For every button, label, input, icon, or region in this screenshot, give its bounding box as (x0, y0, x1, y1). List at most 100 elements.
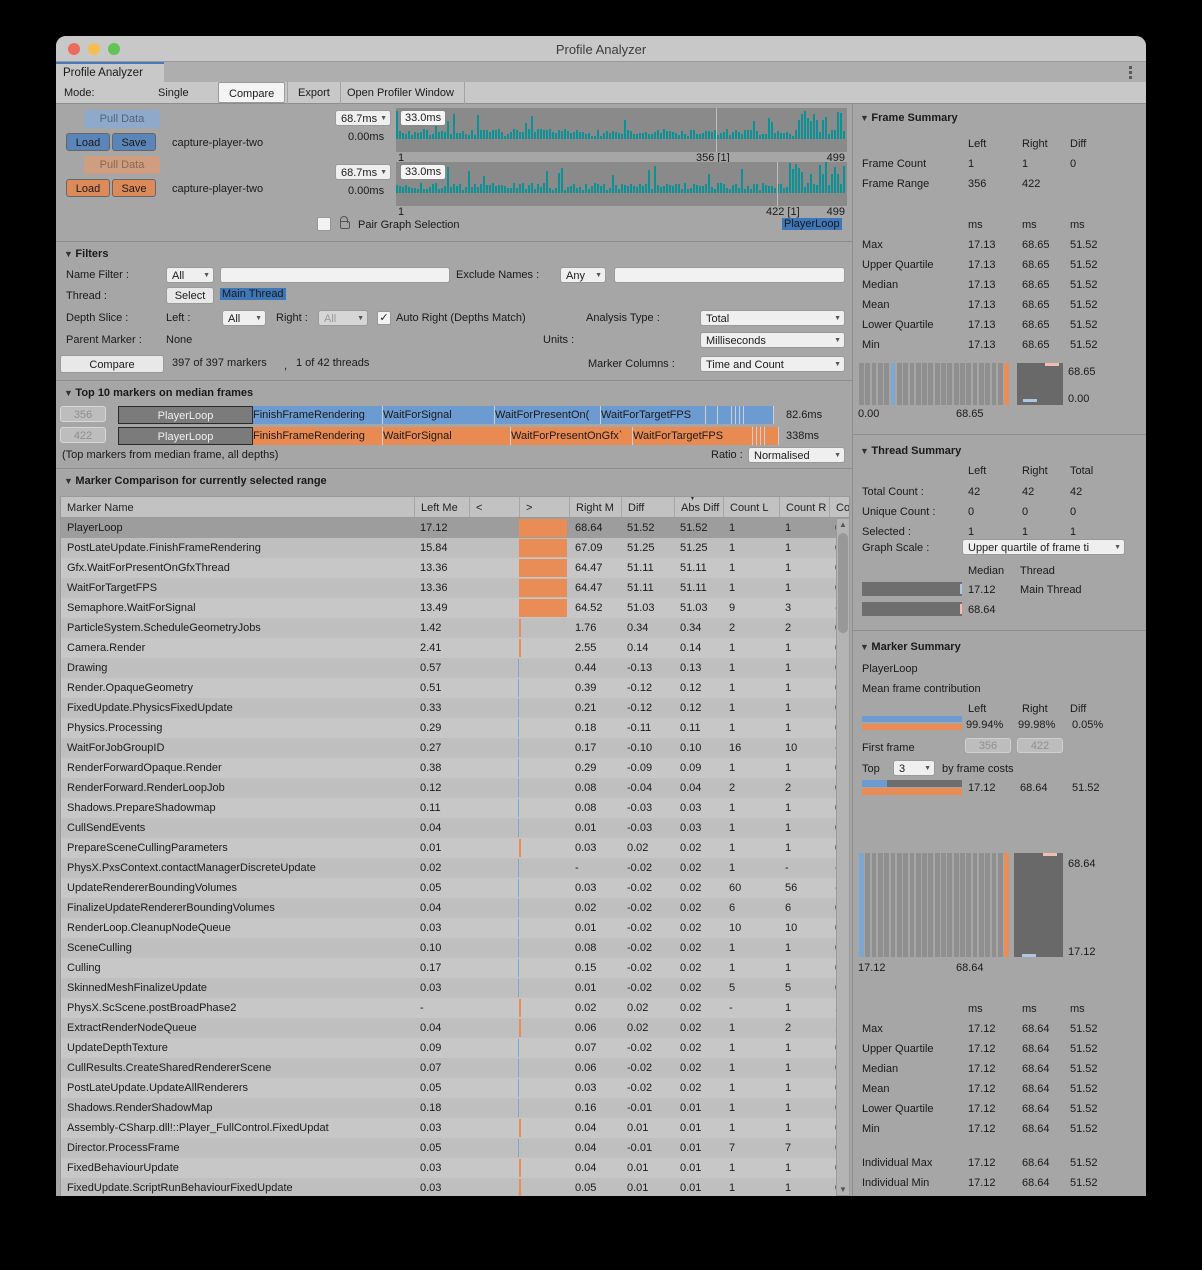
marker-table[interactable]: PlayerLoop17.1268.6451.5251.52110PostLat… (60, 518, 836, 1196)
tab-profile-analyzer[interactable]: Profile Analyzer (56, 62, 164, 82)
table-row[interactable]: CullSendEvents0.040.01-0.030.03110 (61, 818, 836, 838)
table-scrollbar[interactable]: ▲ ▼ (836, 518, 850, 1196)
marker-segment-finishframerendering[interactable]: FinishFrameRendering (253, 427, 383, 445)
table-row[interactable]: Physics.Processing0.290.18-0.110.11110 (61, 718, 836, 738)
scrollbar-thumb[interactable] (838, 533, 848, 633)
table-row[interactable]: PrepareSceneCullingParameters0.010.030.0… (61, 838, 836, 858)
table-row[interactable]: Camera.Render2.412.550.140.14110 (61, 638, 836, 658)
analysis-type-dropdown[interactable]: Total (700, 310, 845, 326)
thread-select-button[interactable]: Select (166, 287, 214, 304)
table-row[interactable]: Gfx.WaitForPresentOnGfxThread13.3664.475… (61, 558, 836, 578)
table-row[interactable]: ParticleSystem.ScheduleGeometryJobs1.421… (61, 618, 836, 638)
first-frame-button-left[interactable]: 356 (965, 738, 1011, 753)
column-header-count-l[interactable]: Count L (723, 497, 779, 517)
table-row[interactable]: Semaphore.WaitForSignal13.4964.5251.0351… (61, 598, 836, 618)
table-row[interactable]: WaitForJobGroupID0.270.17-0.100.101610-6 (61, 738, 836, 758)
filters-section-header[interactable]: Filters (64, 248, 108, 260)
table-row[interactable]: Shadows.PrepareShadowmap0.110.08-0.030.0… (61, 798, 836, 818)
marker-summary-boxplot[interactable] (1014, 853, 1063, 957)
column-header-count-r[interactable]: Count R (779, 497, 829, 517)
mode-compare-button[interactable]: Compare (218, 82, 285, 103)
table-row[interactable]: Culling0.170.15-0.020.02110 (61, 958, 836, 978)
marker-segment[interactable] (765, 427, 779, 445)
marker-segment-waitforpresenton[interactable]: WaitForPresentOn( (495, 406, 601, 424)
auto-right-checkbox[interactable]: ✓ (377, 311, 391, 325)
table-row[interactable]: UpdateDepthTexture0.090.07-0.020.02110 (61, 1038, 836, 1058)
column-header-abs-diff[interactable]: Abs Diff▼ (674, 497, 723, 517)
lock-icon[interactable] (340, 221, 350, 229)
column-header->[interactable]: > (519, 497, 569, 517)
marker-segment[interactable] (718, 406, 732, 424)
table-header[interactable]: Marker NameLeft Me<>Right MDiffAbs Diff▼… (60, 496, 850, 518)
marker-summary-histogram[interactable] (859, 853, 1009, 957)
table-row[interactable]: PhysX.ScScene.postBroadPhase2-0.020.020.… (61, 998, 836, 1018)
comparison-section-header[interactable]: Marker Comparison for currently selected… (64, 475, 327, 487)
pull-data-button-left[interactable]: Pull Data (84, 110, 160, 128)
table-row[interactable]: PostLateUpdate.UpdateAllRenderers0.050.0… (61, 1078, 836, 1098)
column-header-left-me[interactable]: Left Me (414, 497, 469, 517)
table-row[interactable]: SkinnedMeshFinalizeUpdate0.030.01-0.020.… (61, 978, 836, 998)
marker-summary-header[interactable]: Marker Summary (860, 641, 961, 653)
top10-bar-left[interactable]: PlayerLoopFinishFrameRenderingWaitForSig… (118, 406, 774, 424)
table-row[interactable]: RenderForward.RenderLoopJob0.120.08-0.04… (61, 778, 836, 798)
save-button-right[interactable]: Save (112, 179, 156, 197)
scale-dropdown-left[interactable]: 68.7ms (335, 110, 391, 126)
table-row[interactable]: RenderForwardOpaque.Render0.380.29-0.090… (61, 758, 836, 778)
table-row[interactable]: PlayerLoop17.1268.6451.5251.52110 (61, 518, 836, 538)
column-header-right-m[interactable]: Right M (569, 497, 621, 517)
frame-summary-header[interactable]: Frame Summary (860, 112, 958, 124)
graph-scale-dropdown[interactable]: Upper quartile of frame ti (962, 539, 1125, 555)
frame-badge-left[interactable]: 356 (60, 406, 106, 422)
table-row[interactable]: PhysX.PxsContext.contactManagerDiscreteU… (61, 858, 836, 878)
frame-badge-right[interactable]: 422 (60, 427, 106, 443)
thread-bar-right[interactable] (862, 602, 962, 616)
marker-segment-waitforsignal[interactable]: WaitForSignal (383, 427, 511, 445)
table-row[interactable]: CullResults.CreateSharedRendererScene0.0… (61, 1058, 836, 1078)
top-n-dropdown[interactable]: 3 (893, 760, 935, 776)
thread-summary-header[interactable]: Thread Summary (860, 445, 961, 457)
table-row[interactable]: FinalizeUpdateRendererBoundingVolumes0.0… (61, 898, 836, 918)
table-row[interactable]: RenderLoop.CleanupNodeQueue0.030.01-0.02… (61, 918, 836, 938)
table-row[interactable]: Shadows.RenderShadowMap0.180.16-0.010.01… (61, 1098, 836, 1118)
first-frame-button-right[interactable]: 422 (1017, 738, 1063, 753)
table-row[interactable]: FixedUpdate.ScriptRunBehaviourFixedUpdat… (61, 1178, 836, 1196)
frame-summary-histogram[interactable] (859, 363, 1009, 405)
column-header-marker-name[interactable]: Marker Name (61, 497, 414, 517)
ratio-dropdown[interactable]: Normalised (748, 447, 845, 463)
table-row[interactable]: FixedUpdate.PhysicsFixedUpdate0.330.21-0… (61, 698, 836, 718)
table-row[interactable]: ExtractRenderNodeQueue0.040.060.020.0212… (61, 1018, 836, 1038)
marker-segment-waitfortargetfps[interactable]: WaitForTargetFPS (633, 427, 753, 445)
compare-button[interactable]: Compare (60, 355, 164, 373)
name-filter-input[interactable] (220, 267, 450, 283)
marker-segment-finishframerendering[interactable]: FinishFrameRendering (253, 406, 383, 424)
table-row[interactable]: UpdateRendererBoundingVolumes0.050.03-0.… (61, 878, 836, 898)
open-profiler-window-button[interactable]: Open Profiler Window (337, 82, 465, 104)
table-row[interactable]: Director.ProcessFrame0.050.04-0.010.0177… (61, 1138, 836, 1158)
marker-segment-playerloop[interactable]: PlayerLoop (118, 406, 253, 424)
frame-time-graph-right[interactable]: 33.0ms (396, 162, 847, 206)
frame-summary-boxplot[interactable] (1017, 363, 1063, 405)
exclude-names-input[interactable] (614, 267, 845, 283)
table-row[interactable]: FixedBehaviourUpdate0.030.040.010.01110 (61, 1158, 836, 1178)
pair-graph-checkbox[interactable] (317, 217, 331, 231)
top10-bar-right[interactable]: PlayerLoopFinishFrameRenderingWaitForSig… (118, 427, 779, 445)
scroll-down-icon[interactable]: ▼ (839, 1185, 847, 1194)
table-row[interactable]: WaitForTargetFPS13.3664.4751.1151.11110 (61, 578, 836, 598)
load-button-right[interactable]: Load (66, 179, 110, 197)
export-button[interactable]: Export (287, 82, 341, 104)
load-button-left[interactable]: Load (66, 133, 110, 151)
marker-segment[interactable] (706, 406, 718, 424)
save-button-left[interactable]: Save (112, 133, 156, 151)
marker-segment-playerloop[interactable]: PlayerLoop (118, 427, 253, 445)
scale-dropdown-right[interactable]: 68.7ms (335, 164, 391, 180)
kebab-menu-icon[interactable] (1129, 66, 1132, 81)
marker-segment-waitforpresentongfx[interactable]: WaitForPresentOnGfx` (511, 427, 633, 445)
top10-section-header[interactable]: Top 10 markers on median frames (64, 387, 253, 399)
table-row[interactable]: PostLateUpdate.FinishFrameRendering15.84… (61, 538, 836, 558)
pull-data-button-right[interactable]: Pull Data (84, 156, 160, 174)
scroll-up-icon[interactable]: ▲ (839, 520, 847, 529)
column-header-diff[interactable]: Diff (621, 497, 674, 517)
marker-segment-waitforsignal[interactable]: WaitForSignal (383, 406, 495, 424)
column-header-count-d[interactable]: Count D (829, 497, 849, 517)
marker-segment[interactable] (744, 406, 774, 424)
